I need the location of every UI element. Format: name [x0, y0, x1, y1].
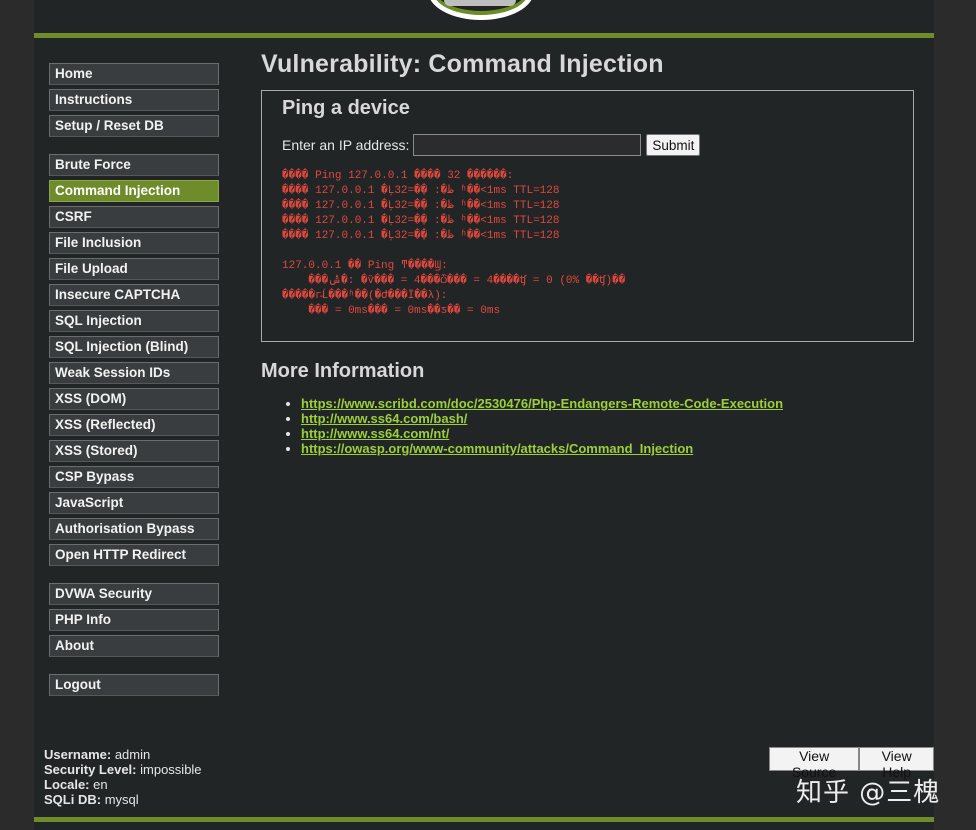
menu-item-weak-session-ids[interactable]: Weak Session IDs: [49, 362, 219, 384]
sqli-db-label: SQLi DB:: [44, 792, 102, 807]
menu-item-sql-injection-blind[interactable]: SQL Injection (Blind): [49, 336, 219, 358]
menu-item-file-upload[interactable]: File Upload: [49, 258, 219, 280]
more-information-links: https://www.scribd.com/doc/2530476/Php-E…: [261, 396, 914, 456]
list-item: http://www.ss64.com/nt/: [301, 426, 914, 441]
more-information-title: More Information: [261, 360, 425, 382]
menu-group-general: Home Instructions Setup / Reset DB: [49, 63, 219, 137]
sqli-db-row: SQLi DB: mysql: [44, 792, 202, 807]
security-level-label: Security Level:: [44, 762, 137, 777]
watermark: 知乎 @三槐: [796, 778, 941, 808]
security-level-row: Security Level: impossible: [44, 762, 202, 777]
menu-item-csrf[interactable]: CSRF: [49, 206, 219, 228]
vulnerable-code-area: Ping a device Enter an IP address: Submi…: [261, 90, 914, 342]
main-menu: Home Instructions Setup / Reset DB Brute…: [49, 63, 219, 713]
menu-item-brute-force[interactable]: Brute Force: [49, 154, 219, 176]
username-row: Username: admin: [44, 747, 202, 762]
ip-address-input[interactable]: [413, 134, 642, 156]
menu-item-command-injection[interactable]: Command Injection: [49, 180, 219, 202]
menu-item-csp-bypass[interactable]: CSP Bypass: [49, 466, 219, 488]
menu-item-instructions[interactable]: Instructions: [49, 89, 219, 111]
ip-address-label: Enter an IP address:: [282, 137, 410, 153]
menu-group-vulnerabilities: Brute Force Command Injection CSRF File …: [49, 154, 219, 566]
list-item: http://www.ss64.com/bash/: [301, 411, 914, 426]
menu-item-insecure-captcha[interactable]: Insecure CAPTCHA: [49, 284, 219, 306]
header-divider: [34, 33, 934, 38]
menu-item-home[interactable]: Home: [49, 63, 219, 85]
menu-item-setup[interactable]: Setup / Reset DB: [49, 115, 219, 137]
locale-row: Locale: en: [44, 777, 202, 792]
menu-item-javascript[interactable]: JavaScript: [49, 492, 219, 514]
menu-item-xss-stored[interactable]: XSS (Stored): [49, 440, 219, 462]
locale-label: Locale:: [44, 777, 90, 792]
link-owasp[interactable]: https://owasp.org/www-community/attacks/…: [301, 441, 693, 456]
view-source-button[interactable]: View Source: [769, 747, 860, 780]
link-ss64-nt[interactable]: http://www.ss64.com/nt/: [301, 426, 449, 441]
ping-section-title: Ping a device: [282, 97, 410, 119]
submit-button[interactable]: Submit: [646, 134, 701, 156]
list-item: https://owasp.org/www-community/attacks/…: [301, 441, 914, 456]
view-help-button[interactable]: View Help: [859, 747, 934, 780]
menu-item-xss-reflected[interactable]: XSS (Reflected): [49, 414, 219, 436]
security-level-value: impossible: [140, 762, 202, 777]
menu-group-logout: Logout: [49, 674, 219, 696]
menu-item-authorisation-bypass[interactable]: Authorisation Bypass: [49, 518, 219, 540]
menu-item-about[interactable]: About: [49, 635, 219, 657]
page-title: Vulnerability: Command Injection: [261, 50, 664, 78]
username-value: admin: [114, 747, 151, 762]
menu-item-open-http-redirect[interactable]: Open HTTP Redirect: [49, 544, 219, 566]
link-scribd[interactable]: https://www.scribd.com/doc/2530476/Php-E…: [301, 396, 783, 411]
ping-output: ���� Ping 127.0.0.1 ���� 32 �ֽ�����: ���…: [282, 170, 626, 317]
session-info: Username: admin Security Level: impossib…: [44, 747, 202, 807]
ping-form: Enter an IP address: Submit: [282, 133, 893, 157]
locale-value: en: [93, 777, 108, 792]
menu-item-dvwa-security[interactable]: DVWA Security: [49, 583, 219, 605]
menu-item-file-inclusion[interactable]: File Inclusion: [49, 232, 219, 254]
menu-item-logout[interactable]: Logout: [49, 674, 219, 696]
username-label: Username:: [44, 747, 112, 762]
sqli-db-value: mysql: [104, 792, 139, 807]
menu-group-settings: DVWA Security PHP Info About: [49, 583, 219, 657]
link-ss64-bash[interactable]: http://www.ss64.com/bash/: [301, 411, 467, 426]
menu-item-sql-injection[interactable]: SQL Injection: [49, 310, 219, 332]
page-container: Home Instructions Setup / Reset DB Brute…: [34, 0, 934, 830]
footer-buttons: View Source View Help: [769, 747, 934, 780]
menu-item-xss-dom[interactable]: XSS (DOM): [49, 388, 219, 410]
main-body: Vulnerability: Command Injection Ping a …: [261, 50, 914, 456]
list-item: https://www.scribd.com/doc/2530476/Php-E…: [301, 396, 914, 411]
header: [34, 0, 934, 34]
logo-swoosh-icon: [444, 0, 516, 6]
menu-item-php-info[interactable]: PHP Info: [49, 609, 219, 631]
footer-divider: [34, 817, 934, 822]
